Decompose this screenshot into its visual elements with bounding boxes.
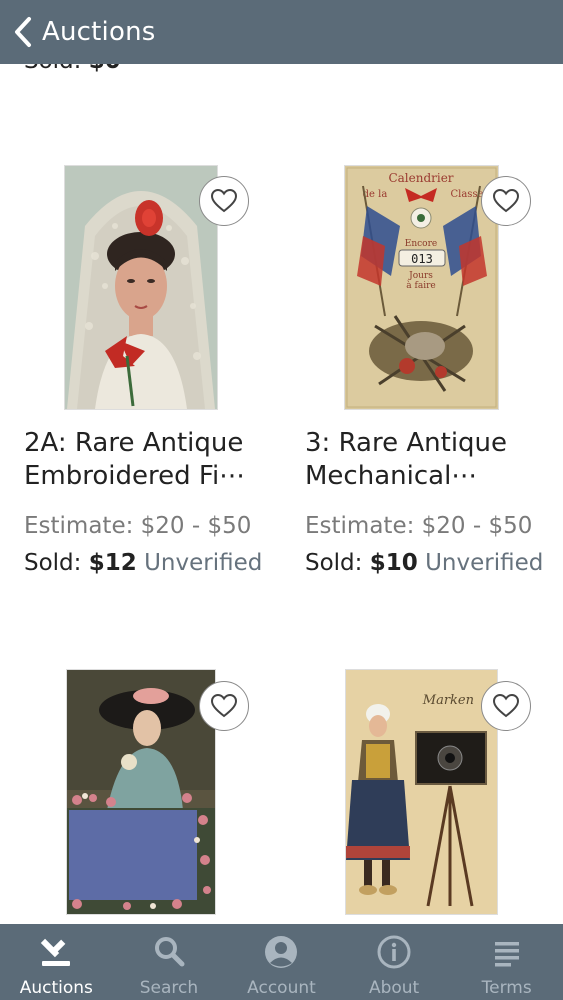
- lot-estimate: Estimate: $20 - $50: [305, 513, 533, 539]
- postcard-text: Encore: [405, 239, 437, 249]
- top-nav-bar: Auctions: [0, 0, 563, 64]
- heart-outline-icon: [210, 693, 238, 718]
- back-button[interactable]: [0, 0, 34, 64]
- heart-outline-icon: [492, 188, 520, 213]
- search-icon: [151, 934, 187, 970]
- lot-image[interactable]: [65, 166, 217, 409]
- lot-sold-price: Sold: $10 Unverified: [305, 550, 544, 576]
- lot-image[interactable]: Marken: [346, 670, 497, 914]
- postcard-digits: 013: [411, 252, 433, 266]
- heart-outline-icon: [210, 188, 238, 213]
- postcard-text: Jours: [408, 271, 433, 281]
- previous-lot-sold-text: Sold: $0: [24, 64, 121, 74]
- tab-search[interactable]: Search: [113, 924, 226, 1000]
- lot-title[interactable]: 2A: Rare Antique Embroidered Fi⋯: [24, 427, 274, 493]
- postcard-heading-text: Calendrier: [388, 171, 453, 185]
- chevron-left-icon: [15, 17, 31, 47]
- postcard-text: de la: [363, 189, 388, 200]
- lot-image[interactable]: [67, 670, 215, 914]
- gavel-icon: [38, 934, 74, 970]
- favorite-button[interactable]: [481, 681, 531, 731]
- favorite-button[interactable]: [199, 176, 249, 226]
- favorite-button[interactable]: [481, 176, 531, 226]
- info-icon: [376, 934, 412, 970]
- tab-about[interactable]: About: [338, 924, 451, 1000]
- postcard-caption: Marken: [422, 693, 474, 708]
- lot-image[interactable]: Calendrier de la Classe Encore 013 Jours…: [345, 166, 498, 409]
- tab-terms[interactable]: Terms: [450, 924, 563, 1000]
- heart-outline-icon: [492, 693, 520, 718]
- tab-auctions[interactable]: Auctions: [0, 924, 113, 1000]
- lot-grid[interactable]: Sold: $0: [0, 64, 563, 924]
- lot-estimate: Estimate: $20 - $50: [24, 513, 252, 539]
- lot-sold-price: Sold: $12 Unverified: [24, 550, 263, 576]
- postcard-text: à faire: [406, 280, 435, 291]
- lot-title[interactable]: 3: Rare Antique Mechanical⋯: [305, 427, 555, 493]
- account-icon: [263, 934, 299, 970]
- page-title: Auctions: [42, 17, 156, 47]
- favorite-button[interactable]: [199, 681, 249, 731]
- tab-account[interactable]: Account: [225, 924, 338, 1000]
- terms-icon: [489, 934, 525, 970]
- bottom-tab-bar: Auctions Search Account About Terms: [0, 924, 563, 1000]
